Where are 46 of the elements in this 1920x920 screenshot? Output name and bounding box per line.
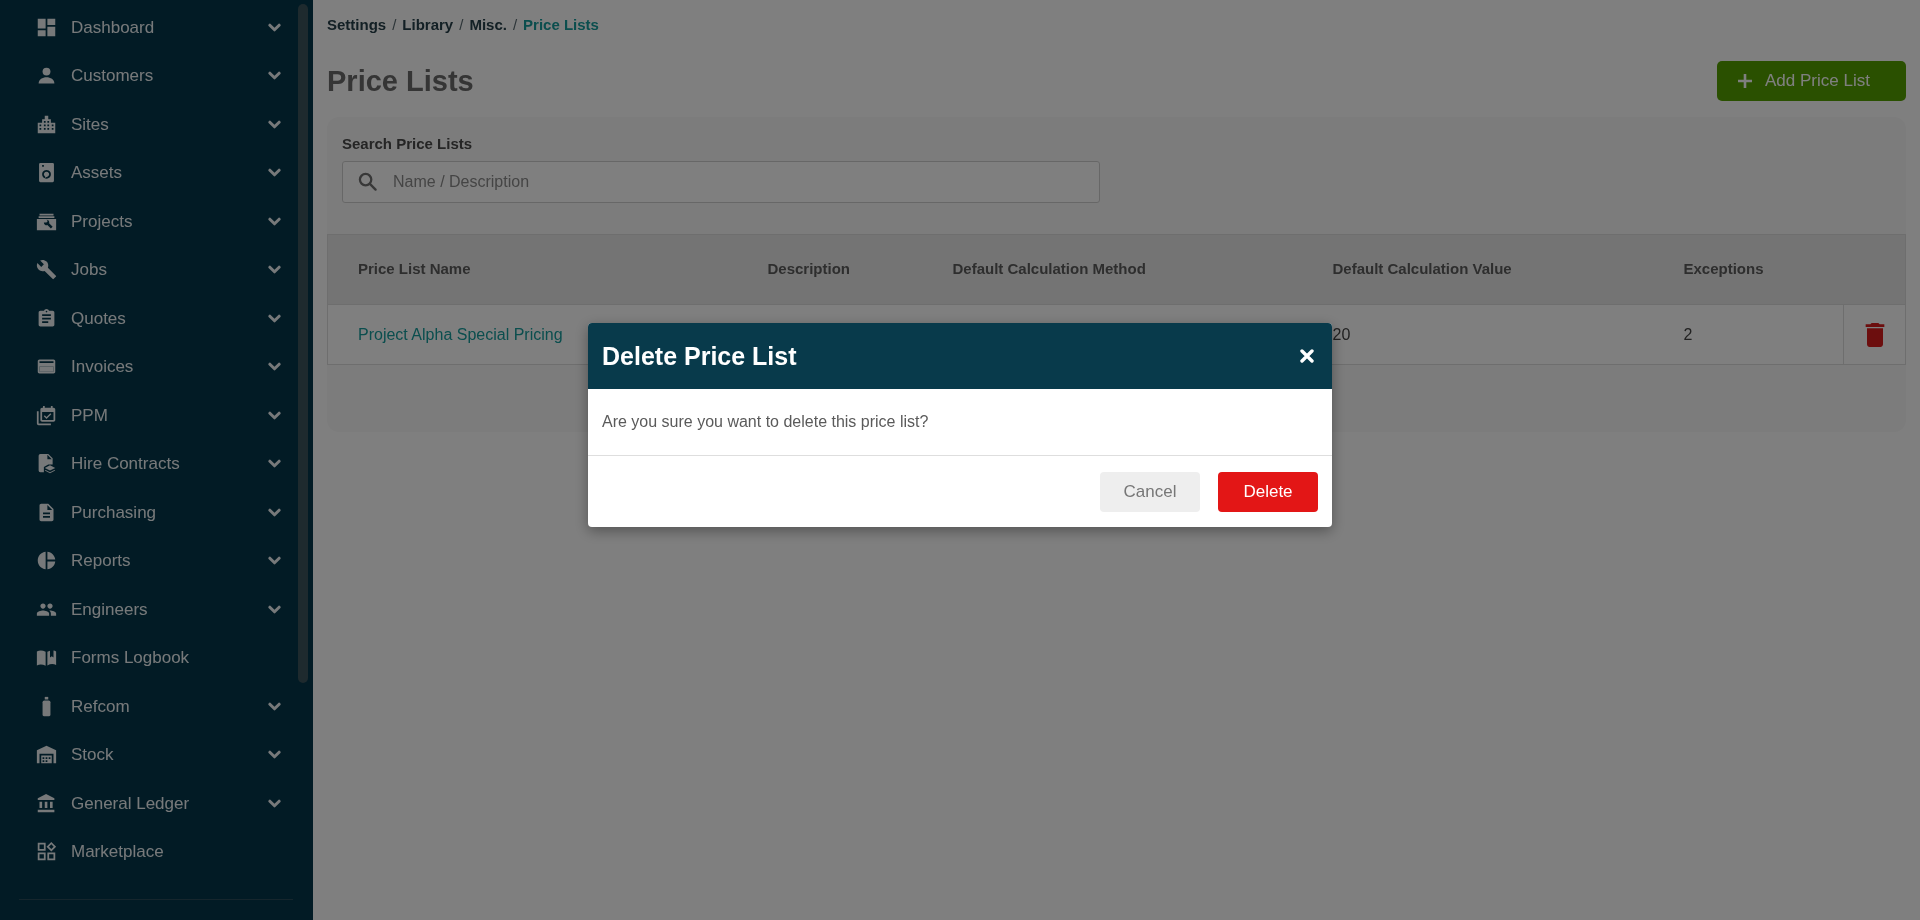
table-cell: 2: [1653, 304, 1844, 365]
close-icon: [1300, 349, 1314, 363]
sidebar-item[interactable]: Marketplace: [0, 827, 313, 876]
breadcrumb-link[interactable]: Misc.: [469, 14, 507, 36]
delete-button[interactable]: [1863, 322, 1886, 347]
bank-icon: [36, 792, 57, 814]
search-label: Search Price Lists: [342, 134, 473, 154]
breadcrumb-separator: /: [512, 15, 518, 35]
breadcrumb-separator: /: [392, 15, 397, 35]
warehouse-icon: [36, 744, 57, 766]
add-price-list-button[interactable]: Add Price List: [1717, 61, 1906, 101]
column-header: Description: [737, 234, 923, 305]
search-icon: [358, 172, 377, 191]
sidebar-item[interactable]: Stock: [0, 730, 313, 779]
column-header: Price List Name: [327, 234, 738, 305]
page-title: Price Lists: [327, 63, 474, 99]
search-field[interactable]: Name / Description: [342, 161, 1100, 203]
close-button[interactable]: [1300, 349, 1314, 363]
column-header: Default Calculation Value: [1302, 234, 1654, 305]
column-header: Default Calculation Method: [922, 234, 1303, 305]
column-header: Exceptions: [1653, 234, 1844, 305]
breadcrumb-link[interactable]: Settings: [327, 14, 387, 36]
clipboard-icon: [36, 307, 57, 329]
scrollbar-thumb[interactable]: [298, 4, 308, 683]
delete-confirm-button[interactable]: Delete: [1218, 471, 1318, 512]
open-book-icon: [36, 647, 57, 669]
calendar-check-icon: [36, 404, 57, 426]
document-icon: [36, 501, 57, 523]
breadcrumb-current: Price Lists: [523, 15, 599, 35]
trash-icon: [1863, 322, 1886, 347]
pie-chart-icon: [36, 550, 57, 572]
plus-icon: [1737, 73, 1753, 89]
building-icon: [36, 113, 57, 135]
modal-message: Are you sure you want to delete this price list?: [602, 412, 929, 432]
sidebar-item[interactable]: Refcom: [0, 682, 313, 731]
sidebar-item[interactable]: General Ledger: [0, 779, 313, 828]
breadcrumb-link[interactable]: Library: [402, 14, 454, 36]
breadcrumb-separator: /: [459, 15, 464, 35]
modal-title: Delete Price List: [602, 341, 797, 371]
dashboard-icon: [36, 16, 57, 38]
cancel-button[interactable]: Cancel: [1100, 471, 1200, 512]
apps-icon: [36, 841, 57, 863]
appliance-icon: [36, 162, 57, 184]
wrench-icon: [36, 259, 57, 281]
price-list-link[interactable]: Project Alpha Special Pricing: [358, 325, 563, 343]
document-layers-icon: [36, 453, 57, 475]
